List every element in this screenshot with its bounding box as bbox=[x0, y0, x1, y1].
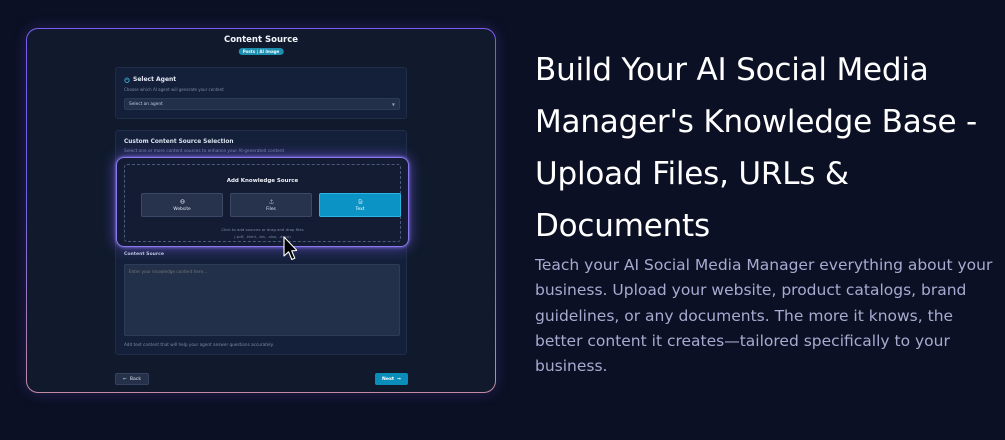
dropzone-hint-line2: (.pdf, .html, .txt, .xlsx, .docx) bbox=[234, 234, 291, 239]
agent-select-value: Select an agent bbox=[129, 102, 163, 107]
content-type-badge: Posts | AI Image bbox=[238, 48, 284, 55]
knowledge-source-panel: Add Knowledge Source Website Files Text … bbox=[116, 157, 409, 247]
dropzone[interactable]: Add Knowledge Source Website Files Text … bbox=[124, 164, 401, 242]
agent-select[interactable]: Select an agent ▼ bbox=[124, 98, 400, 110]
mouse-cursor-icon bbox=[283, 236, 297, 261]
power-icon bbox=[124, 76, 130, 83]
app-mockup-frame: Content Source Posts | AI Image Select A… bbox=[26, 28, 496, 393]
page-title: Content Source bbox=[223, 35, 299, 45]
chevron-down-icon: ▼ bbox=[391, 102, 395, 107]
text-source-button[interactable]: Text bbox=[319, 193, 401, 217]
select-agent-card: Select Agent Choose which AI agent will … bbox=[115, 67, 407, 119]
text-label: Text bbox=[355, 206, 365, 212]
custom-source-subtitle: Select one or more content sources to en… bbox=[124, 149, 285, 154]
dropzone-hint: Click to add sources or drag and drop fi… bbox=[125, 226, 400, 240]
custom-source-title: Custom Content Source Selection bbox=[124, 139, 234, 145]
upload-icon bbox=[269, 198, 273, 203]
content-textarea[interactable] bbox=[124, 264, 400, 336]
hero-headline: Build Your AI Social Media Manager's Kno… bbox=[535, 52, 977, 244]
select-agent-subtitle: Choose which AI agent will generate your… bbox=[124, 87, 224, 92]
select-agent-title: Select Agent bbox=[133, 76, 177, 83]
select-agent-header: Select Agent bbox=[124, 76, 176, 83]
dropzone-hint-line1: Click to add sources or drag and drop fi… bbox=[221, 227, 304, 232]
next-label: Next bbox=[382, 376, 395, 382]
next-button[interactable]: Next → bbox=[375, 373, 408, 385]
arrow-right-icon: → bbox=[397, 376, 401, 382]
content-helper-text: Add text content that will help your age… bbox=[124, 342, 274, 347]
content-source-label: Content Source bbox=[124, 252, 165, 257]
files-label: Files bbox=[266, 206, 276, 212]
back-label: Back bbox=[129, 376, 141, 382]
website-label: Website bbox=[173, 206, 191, 212]
hero-description: Teach your AI Social Media Manager every… bbox=[535, 256, 993, 376]
knowledge-source-title: Add Knowledge Source bbox=[226, 178, 299, 184]
website-source-button[interactable]: Website bbox=[141, 193, 223, 217]
files-source-button[interactable]: Files bbox=[230, 193, 312, 217]
arrow-left-icon: ← bbox=[122, 376, 127, 382]
globe-icon bbox=[179, 198, 185, 204]
document-icon bbox=[358, 198, 362, 204]
back-button[interactable]: ← Back bbox=[115, 373, 149, 385]
